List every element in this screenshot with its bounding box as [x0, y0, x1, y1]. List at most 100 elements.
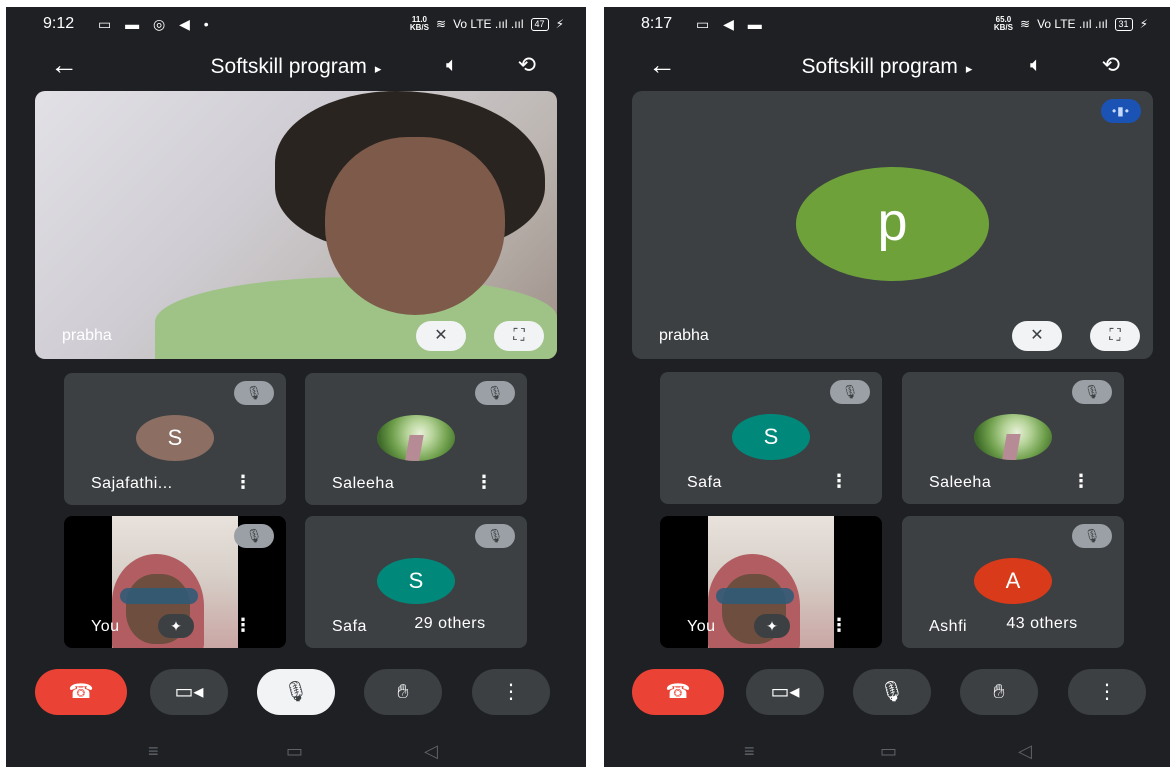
system-nav-bar: ≡ ▭ ◁	[604, 737, 1170, 767]
participant-tile[interactable]: 🎙︎ Saleeha ⋮	[305, 373, 527, 505]
status-time: 8:17	[641, 15, 673, 32]
meeting-title: Softskill program	[210, 55, 367, 78]
mic-off-icon: 🎙︎	[283, 681, 309, 703]
back-nav-icon[interactable]: ◁	[1018, 741, 1032, 762]
more-vert-icon: ⋮	[1097, 681, 1117, 703]
meeting-header: ← Softskill program ▸ 🔈︎ ⟲	[604, 45, 1170, 91]
participant-name: Sajafathi...	[91, 475, 173, 492]
participant-name: Safa	[332, 618, 367, 635]
more-vert-icon: ⋮	[501, 681, 521, 703]
more-vert-icon[interactable]: ⋮	[234, 472, 252, 493]
speaker-icon[interactable]: 🔈︎	[446, 54, 458, 77]
menu-nav-icon[interactable]: ≡	[148, 741, 159, 762]
mic-button[interactable]: 🎙︎	[257, 669, 335, 715]
chevron-right-icon: ▸	[965, 61, 973, 76]
meeting-title-button[interactable]: Softskill program ▸	[6, 55, 586, 79]
end-call-button[interactable]: ☎︎	[632, 669, 724, 715]
mic-button[interactable]: 🎙︎	[853, 669, 931, 715]
participant-name: Saleeha	[929, 474, 992, 491]
avatar	[974, 414, 1052, 460]
wifi-icon: ≋	[436, 17, 447, 31]
self-video-tile[interactable]: You ✦ ⋮	[660, 516, 882, 648]
effects-sparkle-icon[interactable]: ✦	[158, 614, 194, 638]
status-right: 11.0 KB/S ≋ Vo LTE .ııl .ııl 47 ⚡	[410, 16, 564, 32]
network-speed: 65.0 KB/S	[993, 15, 1013, 32]
more-vert-icon[interactable]: ⋮	[234, 615, 252, 636]
participant-name: Safa	[687, 474, 722, 491]
mic-off-icon: 🎙︎	[1072, 524, 1112, 548]
participant-tile[interactable]: 🎙︎ S Safa 29 others	[305, 516, 527, 648]
notification-icons: ▭ ▬ ◎ ◀ •	[98, 16, 214, 32]
participant-tile[interactable]: 🎙︎ A Ashfi 43 others	[902, 516, 1124, 648]
others-count-button[interactable]: 43 others	[972, 608, 1112, 640]
raise-hand-button[interactable]: ✋︎	[960, 669, 1038, 715]
status-time: 9:12	[43, 15, 75, 32]
participant-name: Saleeha	[332, 475, 395, 492]
participant-name: prabha	[659, 327, 709, 344]
signal-indicator: Vo LTE .ııl .ııl	[1037, 17, 1108, 31]
video-camera-icon: ▭◂	[770, 681, 800, 703]
more-options-button[interactable]: ⋮	[472, 669, 550, 715]
end-call-icon: ☎︎	[665, 681, 691, 703]
participant-name: You	[687, 618, 716, 635]
others-count-button[interactable]: 29 others	[383, 608, 517, 640]
signal-indicator: Vo LTE .ııl .ııl	[453, 17, 524, 31]
meeting-title-button[interactable]: Softskill program ▸	[604, 55, 1170, 79]
home-nav-icon[interactable]: ▭	[286, 741, 303, 762]
more-options-button[interactable]: ⋮	[1068, 669, 1146, 715]
status-bar: 8:17 ▭ ◀ ▬ 65.0 KB/S ≋ Vo LTE .ııl .ııl 3…	[604, 7, 1170, 43]
call-controls: ☎︎ ▭◂ 🎙︎ ✋︎ ⋮	[6, 669, 586, 719]
participant-tile[interactable]: 🎙︎ Saleeha ⋮	[902, 372, 1124, 504]
home-nav-icon[interactable]: ▭	[880, 741, 897, 762]
fullscreen-icon[interactable]: ⛶	[1090, 321, 1140, 351]
mic-off-icon: 🎙︎	[830, 380, 870, 404]
switch-camera-icon[interactable]: ⟲	[518, 52, 536, 78]
meeting-title: Softskill program	[801, 55, 958, 78]
mic-off-icon: 🎙︎	[1072, 380, 1112, 404]
more-vert-icon[interactable]: ⋮	[475, 472, 493, 493]
call-controls: ☎︎ ▭◂ 🎙︎ ✋︎ ⋮	[604, 669, 1170, 719]
main-speaker-tile[interactable]: prabha ✕ ⛶	[35, 91, 557, 359]
avatar: S	[732, 414, 810, 460]
end-call-button[interactable]: ☎︎	[35, 669, 127, 715]
avatar: A	[974, 558, 1052, 604]
participant-name: You	[91, 618, 120, 635]
switch-camera-icon[interactable]: ⟲	[1102, 52, 1120, 78]
mic-off-icon: 🎙︎	[234, 524, 274, 548]
network-speed: 11.0 KB/S	[409, 15, 429, 32]
raise-hand-icon: ✋︎	[397, 681, 409, 703]
wifi-icon: ≋	[1020, 17, 1031, 31]
avatar	[377, 415, 455, 461]
menu-nav-icon[interactable]: ≡	[744, 741, 755, 762]
mic-off-icon: 🎙︎	[475, 381, 515, 405]
fullscreen-icon[interactable]: ⛶	[494, 321, 544, 351]
mic-off-icon: 🎙︎	[234, 381, 274, 405]
participant-tile[interactable]: 🎙︎ S Safa ⋮	[660, 372, 882, 504]
avatar: p	[796, 167, 989, 281]
participant-tile[interactable]: 🎙︎ S Sajafathi... ⋮	[64, 373, 286, 505]
chevron-right-icon: ▸	[374, 61, 382, 76]
participant-video-face	[325, 137, 505, 315]
participant-name: prabha	[62, 327, 112, 344]
speaking-indicator-icon: •▮•	[1101, 99, 1141, 123]
effects-sparkle-icon[interactable]: ✦	[754, 614, 790, 638]
raise-hand-button[interactable]: ✋︎	[364, 669, 442, 715]
raise-hand-icon: ✋︎	[993, 681, 1005, 703]
more-vert-icon[interactable]: ⋮	[830, 615, 848, 636]
more-vert-icon[interactable]: ⋮	[830, 471, 848, 492]
more-vert-icon[interactable]: ⋮	[1072, 471, 1090, 492]
notification-icons: ▭ ◀ ▬	[696, 16, 767, 32]
battery-icon: 47	[530, 17, 549, 31]
main-speaker-tile[interactable]: •▮• p prabha ✕ ⛶	[632, 91, 1153, 359]
camera-button[interactable]: ▭◂	[150, 669, 228, 715]
speaker-icon[interactable]: 🔈︎	[1030, 54, 1042, 77]
unpin-icon[interactable]: ✕	[1012, 321, 1062, 351]
video-camera-icon: ▭◂	[174, 681, 204, 703]
camera-button[interactable]: ▭◂	[746, 669, 824, 715]
back-nav-icon[interactable]: ◁	[424, 741, 438, 762]
self-video-tile[interactable]: 🎙︎ You ✦ ⋮	[64, 516, 286, 648]
phone-screen-right: 8:17 ▭ ◀ ▬ 65.0 KB/S ≋ Vo LTE .ııl .ııl 3…	[604, 7, 1170, 767]
mic-off-icon: 🎙︎	[475, 524, 515, 548]
charging-icon: ⚡	[1139, 17, 1148, 31]
unpin-icon[interactable]: ✕	[416, 321, 466, 351]
